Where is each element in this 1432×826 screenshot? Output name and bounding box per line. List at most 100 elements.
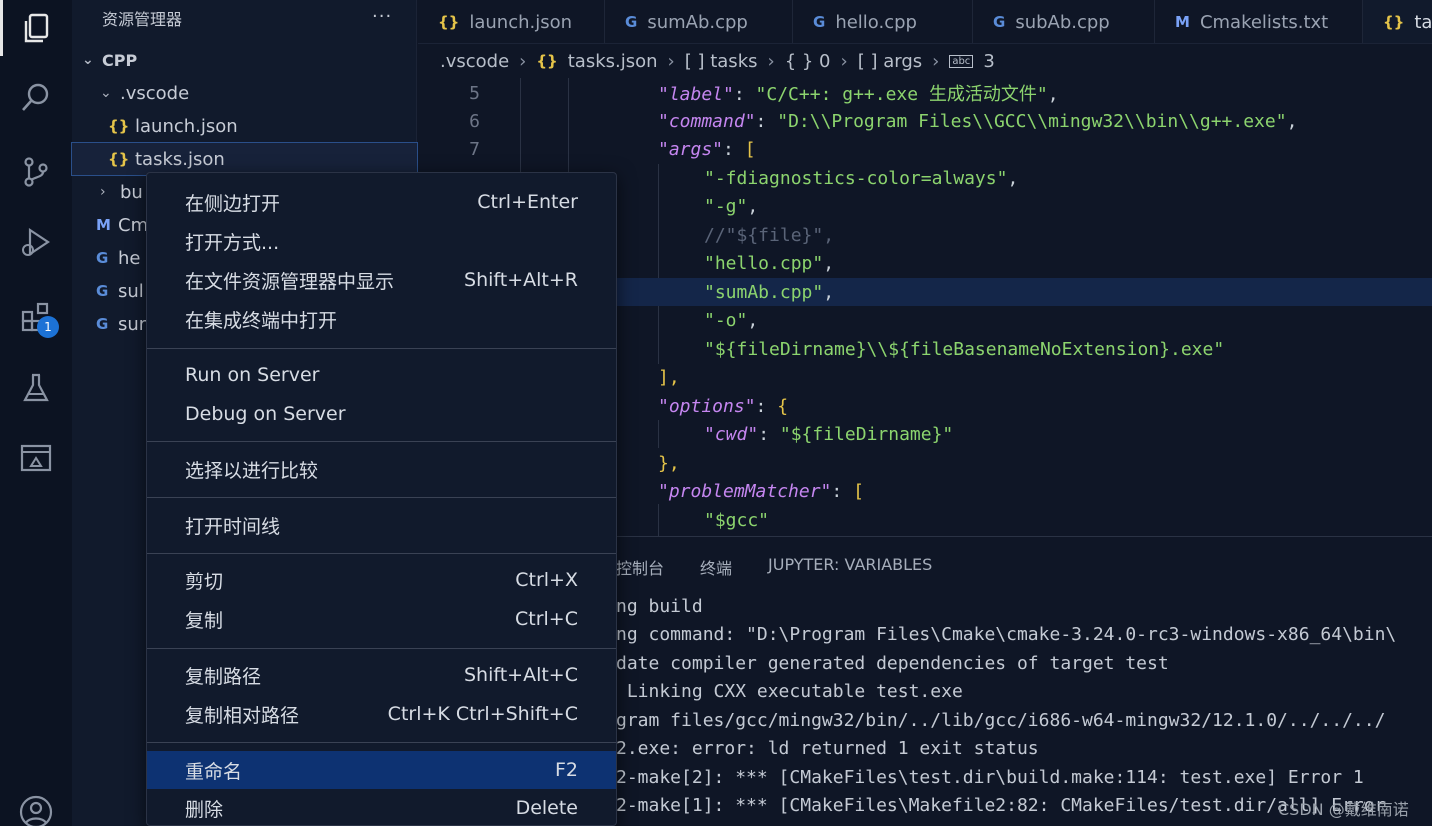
tree-item-label: tasks.json (135, 148, 225, 170)
comma: , (1286, 110, 1298, 132)
json-key: "cwd" (704, 423, 759, 445)
tab-label: subAb.cpp (1015, 11, 1110, 33)
menu-item-select-for-compare[interactable]: 选择以进行比较 (147, 450, 616, 488)
colon: : (755, 395, 778, 417)
chevron-right-icon: › (667, 50, 675, 72)
code-line: 6 "command": "D:\\Program Files\\GCC\\mi… (418, 107, 1432, 135)
search-icon[interactable] (0, 70, 72, 126)
cpp-icon: G (993, 13, 1006, 31)
menu-item-open-with[interactable]: 打开方式... (147, 222, 616, 260)
menu-item-open-timeline[interactable]: 打开时间线 (147, 506, 616, 544)
menu-item-run-on-server[interactable]: Run on Server (147, 356, 616, 394)
menu-item-label: 在文件资源管理器中显示 (185, 270, 395, 293)
chevron-right-icon: › (100, 184, 106, 200)
menu-item-label: 删除 (185, 798, 224, 821)
menu-separator (147, 742, 616, 743)
menu-item-rename[interactable]: 重命名 F2 (147, 751, 616, 789)
bracket: }, (658, 452, 680, 474)
tree-item-label: Cm (118, 214, 149, 236)
cpp-icon: G (96, 282, 109, 300)
sidebar-title: 资源管理器 (102, 10, 183, 29)
comment: //"${file}", (704, 224, 835, 246)
tab-sumab-cpp[interactable]: G sumAb.cpp (605, 0, 793, 43)
comma: , (1007, 167, 1019, 189)
menu-item-label: 打开方式... (185, 231, 280, 254)
menu-item-shortcut: Delete (515, 797, 578, 819)
json-value: "${fileDirname}" (779, 423, 954, 445)
account-icon[interactable] (0, 784, 72, 826)
json-value: "-g" (704, 195, 748, 217)
explorer-icon[interactable] (0, 0, 72, 56)
cmake-icon: M (1175, 13, 1190, 31)
menu-item-copy[interactable]: 复制 Ctrl+C (147, 600, 616, 638)
source-control-icon[interactable] (0, 144, 72, 200)
menu-item-open-to-side[interactable]: 在侧边打开 Ctrl+Enter (147, 183, 616, 221)
panel-tabs: 控制台 终端 JUPYTER: VARIABLES (616, 555, 932, 579)
json-value: "-fdiagnostics-color=always" (704, 167, 1008, 189)
tab-launch-json[interactable]: {} launch.json (418, 0, 605, 43)
comma: , (747, 195, 759, 217)
menu-item-label: Run on Server (185, 364, 320, 386)
menu-item-label: 剪切 (185, 570, 224, 593)
chevron-right-icon: › (767, 50, 775, 72)
menu-item-copy-path[interactable]: 复制路径 Shift+Alt+C (147, 656, 616, 694)
json-icon: {} (108, 150, 130, 168)
menu-item-label: 在集成终端中打开 (185, 309, 338, 332)
breadcrumb-item[interactable]: 3 (983, 51, 994, 72)
colon: : (831, 480, 854, 502)
code-line: 5 "label": "C/C++: g++.exe 生成活动文件", (418, 79, 1432, 107)
json-value: "${fileDirname}\\${fileBasenameNoExtensi… (704, 338, 1225, 360)
tree-item-label: bu (120, 181, 143, 203)
menu-item-reveal-in-explorer[interactable]: 在文件资源管理器中显示 Shift+Alt+R (147, 261, 616, 299)
section-cpp[interactable]: ⌄ CPP (72, 44, 417, 76)
breadcrumb-index[interactable]: { } 0 (785, 51, 831, 72)
menu-item-shortcut: Ctrl+K Ctrl+Shift+C (387, 703, 578, 725)
cpp-icon: G (96, 315, 109, 333)
menu-item-label: 打开时间线 (185, 515, 281, 538)
tab-debug-console[interactable]: 控制台 (616, 555, 664, 579)
more-actions-icon[interactable]: ··· (372, 6, 392, 27)
breadcrumb-tasks[interactable]: [ ] tasks (685, 51, 758, 72)
activity-bar: 1 (0, 0, 72, 826)
breadcrumb-folder[interactable]: .vscode (440, 51, 509, 72)
tab-terminal[interactable]: 终端 (700, 555, 732, 579)
cmake-icon: M (96, 216, 111, 234)
tab-subab-cpp[interactable]: G subAb.cpp (973, 0, 1155, 43)
json-key: "problemMatcher" (658, 480, 832, 502)
remote-explorer-icon[interactable] (0, 430, 72, 486)
chevron-right-icon: › (932, 50, 940, 72)
chevron-down-icon: ⌄ (100, 85, 112, 101)
tab-hello-cpp[interactable]: G hello.cpp (793, 0, 973, 43)
menu-item-label: Debug on Server (185, 403, 346, 425)
chevron-right-icon: › (519, 50, 527, 72)
tree-item-launch-json[interactable]: {} launch.json (72, 110, 417, 142)
menu-item-debug-on-server[interactable]: Debug on Server (147, 395, 616, 433)
breadcrumb-args[interactable]: [ ] args (858, 51, 922, 72)
menu-item-delete[interactable]: 删除 Delete (147, 789, 616, 826)
run-debug-icon[interactable] (0, 214, 72, 270)
colon: : (723, 138, 745, 160)
tab-tasks-json[interactable]: {} tas (1363, 0, 1432, 43)
tree-item-vscode[interactable]: ⌄ .vscode (72, 77, 417, 109)
menu-item-open-in-terminal[interactable]: 在集成终端中打开 (147, 300, 616, 338)
section-label: CPP (102, 50, 138, 70)
comma: , (823, 252, 835, 274)
menu-separator (147, 553, 616, 554)
testing-icon[interactable] (0, 360, 72, 416)
extensions-icon[interactable] (0, 288, 72, 344)
context-menu: 在侧边打开 Ctrl+Enter 打开方式... 在文件资源管理器中显示 Shi… (146, 172, 617, 826)
json-key: "args" (658, 138, 724, 160)
tree-item-tasks-json[interactable]: {} tasks.json (71, 142, 418, 176)
json-icon: {} (108, 117, 130, 135)
string-icon: abc (949, 54, 974, 68)
tab-label: Cmakelists.txt (1199, 11, 1329, 33)
menu-separator (147, 441, 616, 442)
json-key: "options" (658, 395, 756, 417)
tab-cmakelists[interactable]: M Cmakelists.txt (1155, 0, 1363, 43)
menu-separator (147, 648, 616, 649)
menu-item-cut[interactable]: 剪切 Ctrl+X (147, 561, 616, 599)
breadcrumb-file[interactable]: tasks.json (568, 51, 658, 72)
menu-item-copy-relative-path[interactable]: 复制相对路径 Ctrl+K Ctrl+Shift+C (147, 695, 616, 733)
colon: : (758, 423, 780, 445)
tab-jupyter-variables[interactable]: JUPYTER: VARIABLES (768, 555, 932, 579)
